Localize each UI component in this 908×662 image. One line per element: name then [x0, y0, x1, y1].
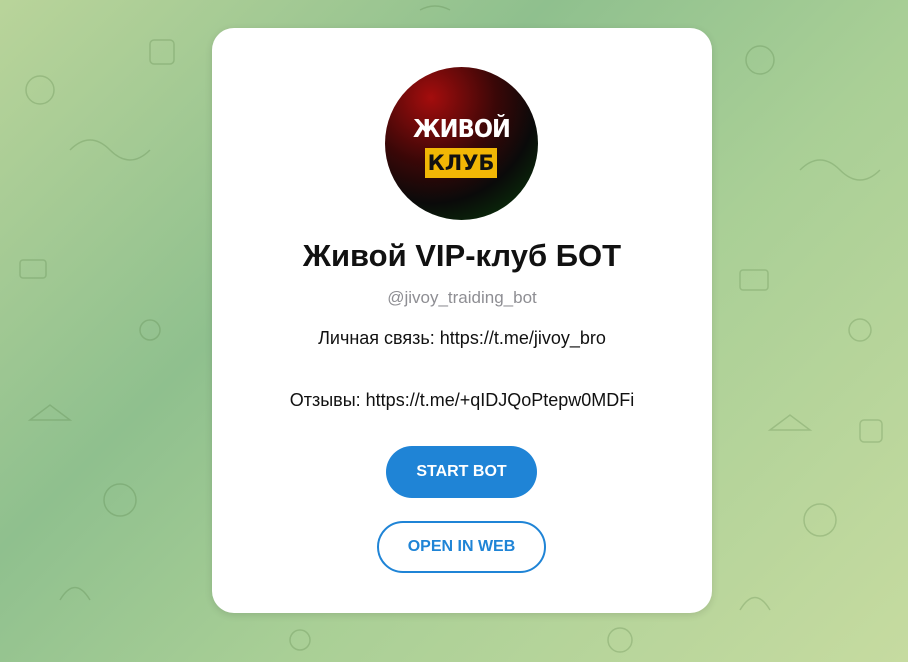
open-in-web-button[interactable]: OPEN IN WEB [377, 521, 546, 573]
bot-avatar: ЖИВОЙ VIP КЛУБ [385, 67, 538, 220]
avatar-text-badge: КЛУБ [425, 148, 497, 178]
bot-description-contact: Личная связь: https://t.me/jivoy_bro [318, 328, 606, 348]
bot-title: Живой VIP-клуб БОТ [302, 238, 622, 273]
bot-profile-card: ЖИВОЙ VIP КЛУБ Живой VIP-клуб БОТ @jivoy… [212, 28, 712, 613]
bot-description-reviews: Отзывы: https://t.me/+qIDJQoPtepw0MDFi [289, 390, 635, 410]
start-bot-button[interactable]: START BOT [386, 446, 537, 498]
bot-username: @jivoy_traiding_bot [387, 288, 537, 307]
